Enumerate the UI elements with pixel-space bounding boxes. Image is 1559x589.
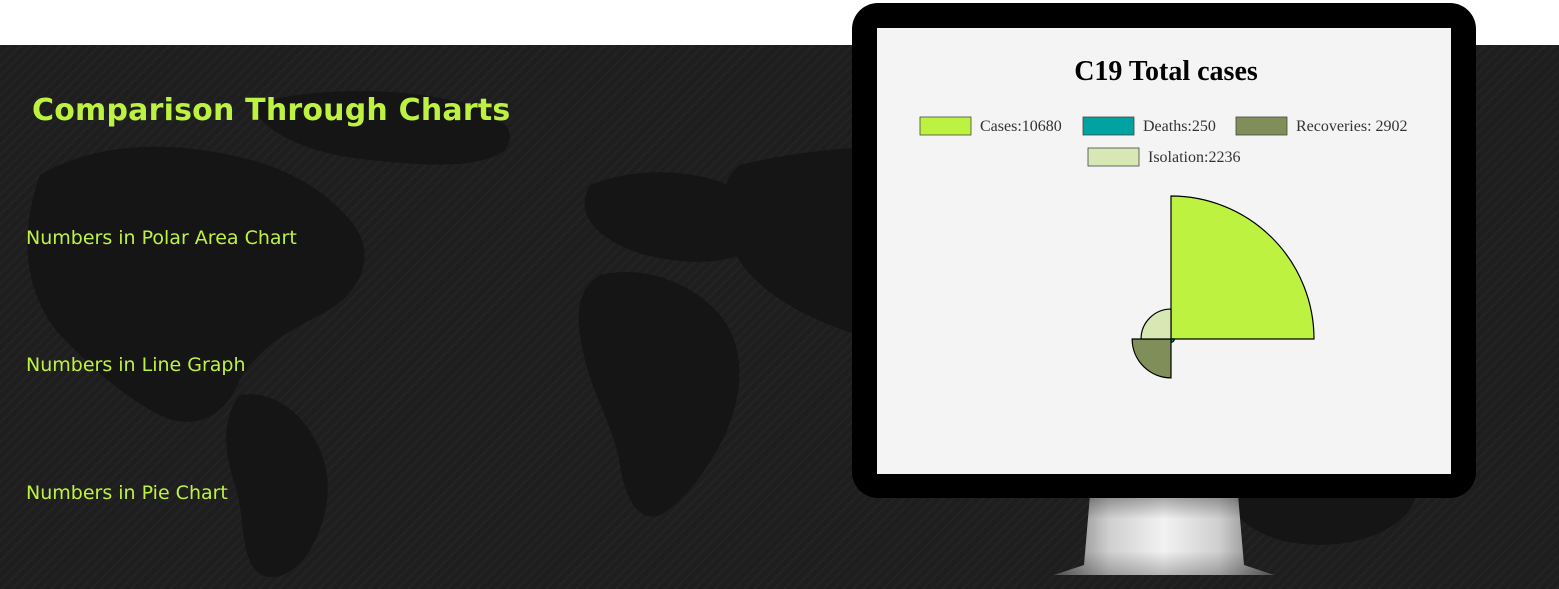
- polar-area-chart: C19 Total cases Cases:10680 Deaths:250 Rec…: [919, 56, 1408, 379]
- polar-segment-2[interactable]: [1131, 338, 1172, 379]
- legend-label-0: Cases:10680: [980, 118, 1062, 135]
- polar-segment-0[interactable]: [1170, 195, 1315, 340]
- monitor-frame: C19 Total cases Cases:10680 Deaths:250 Rec…: [852, 3, 1476, 498]
- section-title: Comparison Through Charts: [32, 93, 511, 128]
- polar-segment-3[interactable]: [1140, 308, 1172, 340]
- chart-title: C19 Total cases: [1074, 56, 1258, 87]
- legend-swatch-0[interactable]: [919, 116, 972, 136]
- legend-label-2: Recoveries: 2902: [1296, 118, 1408, 135]
- legend-swatch-1[interactable]: [1082, 116, 1135, 136]
- chart-segments: [1131, 195, 1315, 379]
- chart-legend: Cases:10680 Deaths:250 Recoveries: 2902 Iso…: [919, 116, 1408, 167]
- pie-chart-link[interactable]: Numbers in Pie Chart: [26, 482, 228, 504]
- legend-label-3: Isolation:2236: [1148, 149, 1240, 166]
- polar-area-chart-link[interactable]: Numbers in Polar Area Chart: [26, 227, 297, 249]
- legend-swatch-2[interactable]: [1235, 116, 1288, 136]
- legend-label-1: Deaths:250: [1143, 118, 1216, 135]
- line-graph-link[interactable]: Numbers in Line Graph: [26, 354, 246, 376]
- monitor-screen: C19 Total cases Cases:10680 Deaths:250 Rec…: [877, 28, 1451, 474]
- legend-swatch-3[interactable]: [1087, 147, 1140, 167]
